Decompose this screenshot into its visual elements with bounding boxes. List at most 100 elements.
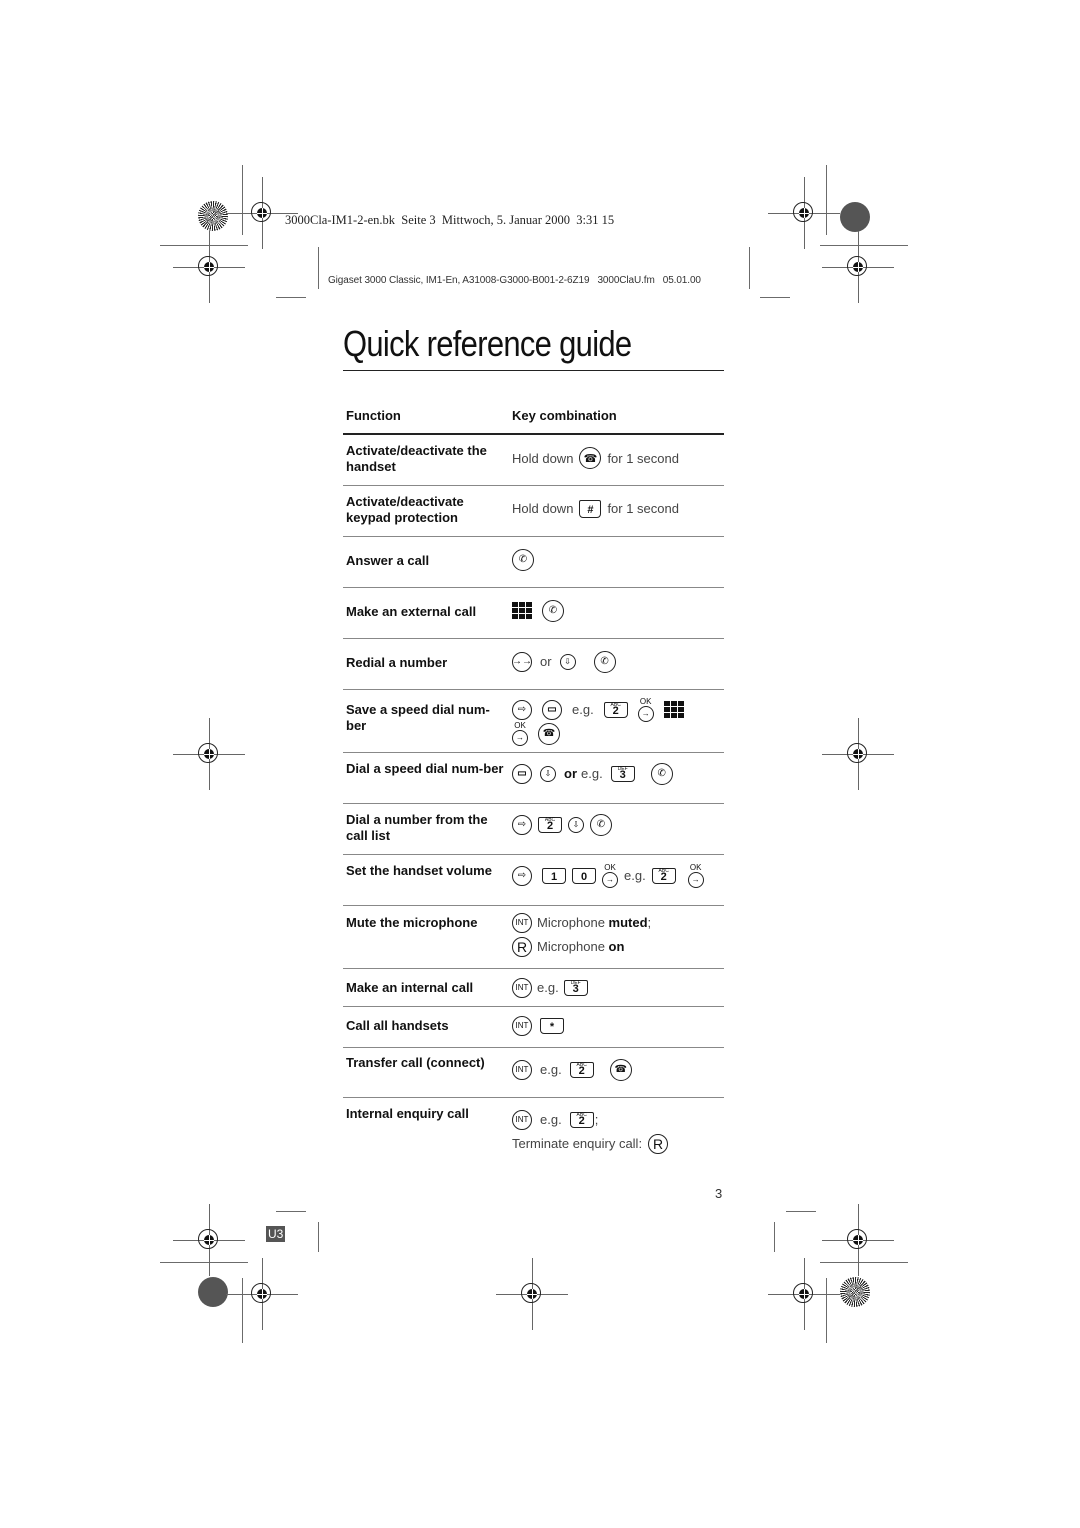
digit-key-icon: ABC 2 (603, 701, 628, 718)
end-call-key-icon: ☎ (609, 1058, 632, 1081)
eg-text: e.g. (540, 1112, 562, 1127)
menu-key-icon: ⇨ (512, 865, 532, 886)
crop-mark (826, 165, 827, 235)
or-text: or (540, 654, 552, 669)
crop-mark (276, 1211, 306, 1212)
digit-key-icon: ABC 2 (569, 1111, 594, 1128)
menu-key-icon: ⇨ (512, 814, 532, 835)
color-calibration-starburst-bottom-right (840, 1277, 870, 1307)
phonebook-key-icon: ▭ (512, 763, 532, 784)
menu-key-icon: ⇨ (512, 699, 532, 720)
table-row: Dial a speed dial num-ber ▭ ⇩ or e.g. DE… (343, 752, 724, 804)
crop-mark (318, 247, 319, 289)
table-header-row: Function Key combination (343, 400, 724, 435)
table-row: Call all handsets INT * (343, 1006, 724, 1048)
muted-text: muted (608, 915, 648, 930)
keypad-icon (663, 701, 684, 718)
ok-key-icon: OK → (637, 697, 654, 722)
crop-mark (242, 1278, 243, 1343)
microphone-text: Microphone (537, 915, 609, 930)
color-calibration-starburst-top-left (198, 201, 228, 231)
page-title: Quick reference guide (343, 323, 632, 364)
page-tag: U3 (266, 1226, 286, 1242)
r-key-icon: R (648, 1133, 669, 1154)
redial-key-icon: →→ (512, 651, 532, 672)
function-label: Dial a number from the call list (343, 803, 509, 855)
crop-mark (786, 1211, 816, 1212)
eg-text: e.g. (581, 766, 603, 781)
or-text: or (564, 766, 577, 781)
quick-reference-table: Function Key combination Activate/deacti… (343, 400, 724, 1159)
crop-mark (749, 247, 750, 289)
column-header-key-combination: Key combination (509, 400, 724, 435)
table-row: Save a speed dial num-ber ⇨ ▭ e.g. ABC 2 … (343, 689, 724, 753)
gray-calibration-disc-bottom-left (198, 1277, 228, 1307)
function-label: Answer a call (343, 536, 509, 588)
crop-mark (820, 245, 908, 246)
phonebook-down-key-icon: ⇩ (559, 653, 576, 670)
phonebook-down-key-icon: ⇩ (568, 816, 584, 833)
int-key-icon: INT (512, 1109, 532, 1130)
crop-mark (826, 1278, 827, 1343)
function-label: Activate/deactivate keypad protection (343, 485, 509, 537)
phonebook-down-key-icon: ⇩ (540, 765, 556, 782)
on-text: on (608, 939, 625, 954)
document-info-header: Gigaset 3000 Classic, IM1-En, A31008-G30… (328, 275, 701, 286)
crop-mark (820, 1262, 908, 1263)
function-label: Redial a number (343, 638, 509, 690)
function-label: Make an external call (343, 587, 509, 639)
function-label: Call all handsets (343, 1006, 509, 1048)
hold-down-text: Hold down (512, 501, 574, 516)
crop-mark (160, 1262, 248, 1263)
talk-key-icon: ✆ (590, 813, 612, 836)
table-row: Make an external call ✆ (343, 587, 724, 639)
ok-key-icon: OK → (512, 721, 528, 746)
r-key-icon: R (512, 936, 532, 957)
column-header-function: Function (343, 400, 509, 435)
digit-key-icon: ABC 2 (569, 1061, 594, 1078)
function-label: Set the handset volume (343, 854, 509, 906)
eg-text: e.g. (624, 868, 646, 883)
table-row: Internal enquiry call INT e.g. ABC 2; Ter… (343, 1097, 724, 1159)
int-key-icon: INT (512, 1059, 532, 1080)
print-job-header: 3000Cla-IM1-2-en.bk Seite 3 Mittwoch, 5.… (285, 213, 615, 227)
eg-text: e.g. (572, 702, 594, 717)
function-label: Mute the microphone (343, 905, 509, 969)
table-row: Redial a number →→ or ⇩ ✆ (343, 638, 724, 690)
talk-key-icon: ✆ (593, 650, 616, 673)
table-row: Activate/deactivate the handset Hold dow… (343, 434, 724, 486)
crop-mark (318, 1222, 319, 1252)
duration-text: for 1 second (607, 450, 679, 466)
talk-key-icon: ✆ (512, 548, 534, 571)
ok-key-icon: OK → (602, 863, 618, 888)
title-underline (343, 370, 724, 371)
duration-text: for 1 second (607, 501, 679, 516)
function-label: Dial a speed dial num-ber (343, 752, 509, 804)
function-label: Activate/deactivate the handset (343, 434, 509, 486)
eg-text: e.g. (537, 980, 559, 995)
crop-mark (760, 297, 790, 298)
keypad-icon (512, 602, 532, 619)
digit-key-icon: DEF 3 (563, 979, 588, 996)
table-row: Mute the microphone INT Microphone muted… (343, 905, 724, 969)
phonebook-key-icon: ▭ (542, 699, 562, 720)
int-key-icon: INT (512, 1015, 532, 1036)
table-row: Set the handset volume ⇨ 1 0 OK → e.g. AB… (343, 854, 724, 906)
crop-mark (276, 297, 306, 298)
end-call-key-icon: ☎ (579, 447, 602, 469)
digit-key-icon: ABC 2 (651, 867, 676, 884)
int-key-icon: INT (512, 977, 532, 998)
table-row: Answer a call ✆ (343, 536, 724, 588)
star-key-icon: * (540, 1017, 564, 1034)
int-key-icon: INT (512, 912, 532, 933)
eg-text: e.g. (540, 1062, 562, 1077)
talk-key-icon: ✆ (542, 599, 564, 622)
function-label: Transfer call (connect) (343, 1047, 509, 1098)
hold-down-text: Hold down (512, 450, 574, 466)
table-row: Activate/deactivate keypad protection Ho… (343, 485, 724, 537)
digit-key-icon: 0 (572, 867, 596, 884)
microphone-text: Microphone (537, 939, 609, 954)
function-label: Internal enquiry call (346, 1105, 469, 1121)
function-label: Save a speed dial num-ber (343, 689, 509, 753)
crop-mark (774, 1222, 775, 1252)
